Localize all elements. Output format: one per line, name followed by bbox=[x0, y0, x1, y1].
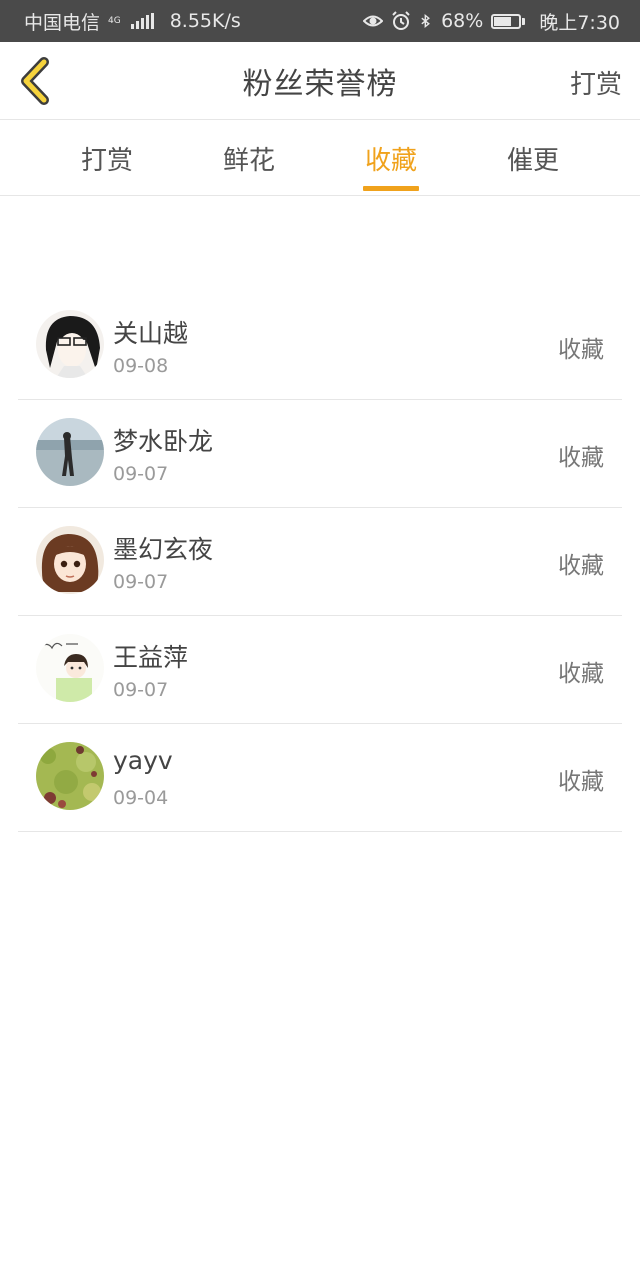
fan-list: 关山越 09-08 收藏 梦水卧龙 09-07 收藏 墨幻玄夜 09-07 收藏… bbox=[18, 292, 622, 832]
fan-action: 收藏 bbox=[558, 661, 604, 687]
avatar[interactable] bbox=[36, 634, 104, 702]
alarm-icon bbox=[392, 11, 410, 30]
fan-action: 收藏 bbox=[558, 553, 604, 579]
chevron-left-icon bbox=[21, 57, 49, 105]
battery-icon bbox=[491, 13, 526, 29]
eye-icon bbox=[363, 15, 384, 27]
fan-name: yayv bbox=[113, 746, 173, 775]
network-type-label: 4G bbox=[108, 15, 121, 26]
tab-flowers[interactable]: 鲜花 bbox=[189, 120, 309, 196]
avatar[interactable] bbox=[36, 526, 104, 594]
fan-date: 09-07 bbox=[113, 679, 169, 701]
avatar[interactable] bbox=[36, 310, 104, 378]
tab-favorites[interactable]: 收藏 bbox=[331, 120, 451, 196]
fan-name: 王益萍 bbox=[113, 643, 189, 672]
avatar[interactable] bbox=[36, 742, 104, 810]
tab-bar: 打赏 鲜花 收藏 催更 bbox=[0, 120, 640, 196]
tab-label: 鲜花 bbox=[222, 145, 275, 176]
tab-label: 打赏 bbox=[80, 145, 133, 176]
signal-icon bbox=[130, 13, 154, 29]
reward-button[interactable]: 打赏 bbox=[570, 64, 622, 101]
avatar[interactable] bbox=[36, 418, 104, 486]
list-item[interactable]: 梦水卧龙 09-07 收藏 bbox=[18, 400, 622, 508]
battery-percent: 68% bbox=[441, 10, 484, 32]
fan-name: 梦水卧龙 bbox=[113, 427, 214, 456]
list-item[interactable]: 墨幻玄夜 09-07 收藏 bbox=[18, 508, 622, 616]
back-button[interactable] bbox=[14, 56, 62, 106]
list-item[interactable]: 王益萍 09-07 收藏 bbox=[18, 616, 622, 724]
list-item[interactable]: yayv 09-04 收藏 bbox=[18, 724, 622, 832]
fan-name: 墨幻玄夜 bbox=[113, 535, 214, 564]
fan-date: 09-04 bbox=[113, 787, 169, 809]
status-bar: 中国电信 4G 8.55K/s 68% 晚上7:30 bbox=[0, 0, 640, 42]
fan-date: 09-08 bbox=[113, 355, 169, 377]
fan-action: 收藏 bbox=[558, 445, 604, 471]
carrier-label: 中国电信 bbox=[24, 11, 101, 34]
fan-date: 09-07 bbox=[113, 463, 169, 485]
navigation-header: 粉丝荣誉榜 打赏 bbox=[0, 42, 640, 120]
active-tab-indicator bbox=[363, 186, 419, 191]
network-speed: 8.55K/s bbox=[169, 10, 241, 32]
tab-label: 收藏 bbox=[364, 145, 417, 176]
page-title: 粉丝荣誉榜 bbox=[242, 66, 398, 102]
fan-action: 收藏 bbox=[558, 769, 604, 795]
fan-name: 关山越 bbox=[113, 319, 189, 348]
clock: 晚上7:30 bbox=[539, 11, 620, 34]
tab-urge-update[interactable]: 催更 bbox=[473, 120, 593, 196]
fan-action: 收藏 bbox=[558, 337, 604, 363]
bluetooth-icon bbox=[421, 13, 431, 29]
tab-reward[interactable]: 打赏 bbox=[47, 120, 167, 196]
list-item[interactable]: 关山越 09-08 收藏 bbox=[18, 292, 622, 400]
fan-date: 09-07 bbox=[113, 571, 169, 593]
tab-label: 催更 bbox=[506, 145, 559, 176]
